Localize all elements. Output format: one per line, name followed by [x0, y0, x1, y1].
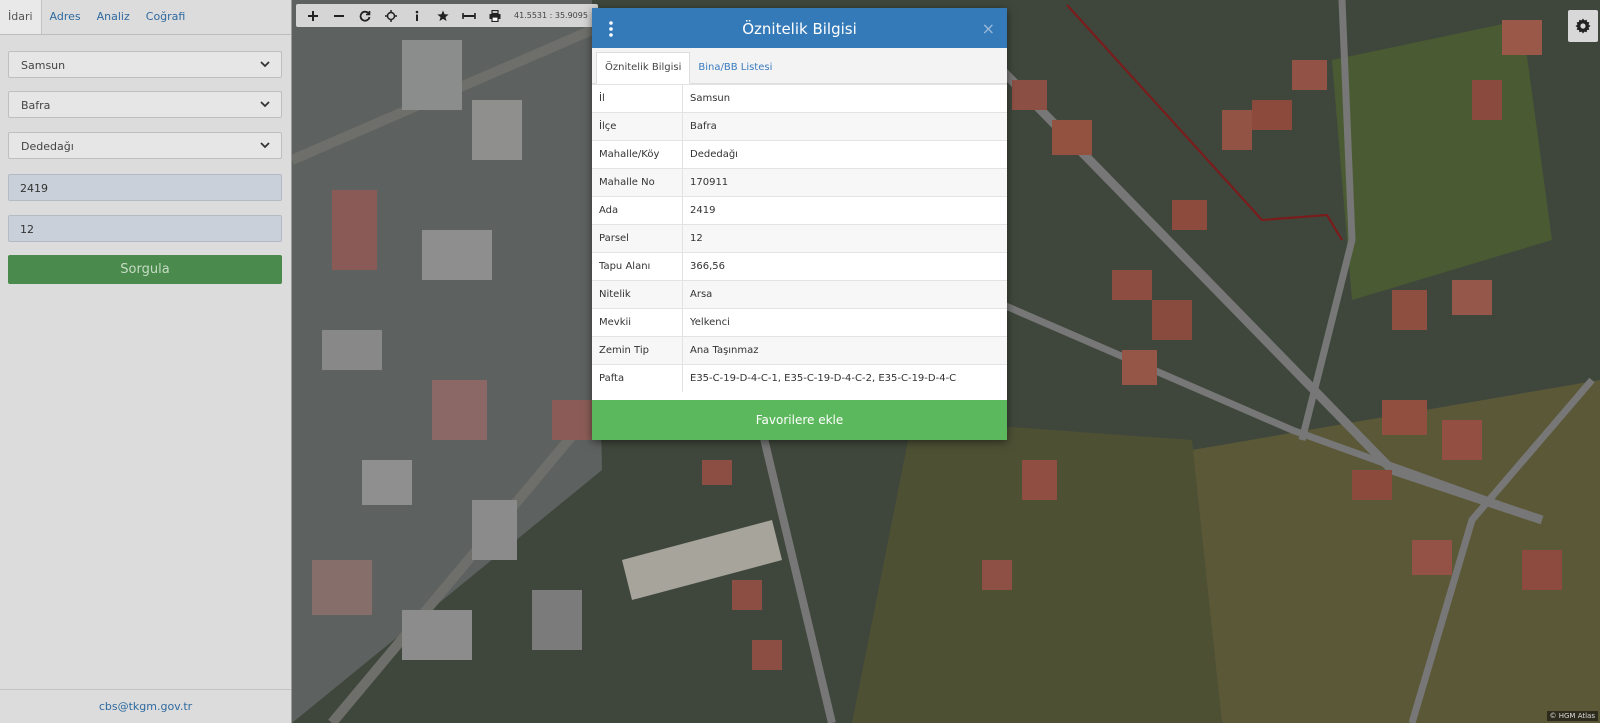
sorgula-button[interactable]: Sorgula: [8, 255, 282, 284]
attribute-info-dialog: Öznitelik Bilgisi × Öznitelik Bilgisi Bi…: [592, 8, 1007, 440]
attr-value: Yelkenci: [682, 308, 1007, 337]
attr-value: Bafra: [682, 112, 1007, 141]
attr-value: Samsun: [682, 84, 1007, 113]
footer-email-link[interactable]: cbs@tkgm.gov.tr: [0, 689, 291, 723]
star-icon: [437, 10, 449, 21]
table-row: Nitelik Arsa: [592, 280, 1007, 309]
mahalle-select-value: Dededağı: [21, 140, 74, 153]
print-icon: [489, 9, 501, 22]
locate-button[interactable]: [378, 4, 404, 27]
table-row: Tapu Alanı 366,56: [592, 252, 1007, 281]
refresh-button[interactable]: [352, 4, 378, 27]
mahalle-select[interactable]: Dededağı: [8, 132, 282, 159]
chevron-down-icon: [260, 142, 270, 149]
attr-key: Pafta: [592, 364, 683, 392]
attribute-table: İl Samsun İlçe Bafra Mahalle/Köy Dededağı M…: [592, 84, 1007, 392]
il-select-value: Samsun: [21, 59, 66, 72]
attr-key: Parsel: [592, 224, 683, 253]
table-row: Mahalle/Köy Dededağı: [592, 140, 1007, 169]
tab-cografi[interactable]: Coğrafi: [138, 0, 194, 34]
zoom-in-button[interactable]: [300, 4, 326, 27]
attr-value: 12: [682, 224, 1007, 253]
attr-key: Mahalle/Köy: [592, 140, 683, 169]
attr-value: Ana Taşınmaz: [682, 336, 1007, 365]
sidebar-tabs: İdari Adres Analiz Coğrafi: [0, 0, 291, 35]
table-row: Parsel 12: [592, 224, 1007, 253]
dialog-title: Öznitelik Bilgisi: [742, 20, 857, 38]
attr-key: Nitelik: [592, 280, 683, 309]
attr-key: Mahalle No: [592, 168, 683, 197]
measure-button[interactable]: [456, 4, 482, 27]
gear-icon: [1575, 18, 1591, 34]
add-to-favorites-button[interactable]: Favorilere ekle: [592, 400, 1007, 440]
table-row: Mahalle No 170911: [592, 168, 1007, 197]
chevron-down-icon: [260, 61, 270, 68]
tab-oznitelik-bilgisi[interactable]: Öznitelik Bilgisi: [596, 52, 691, 84]
attr-value: 2419: [682, 196, 1007, 225]
attr-value: 170911: [682, 168, 1007, 197]
favorites-button[interactable]: [430, 4, 456, 27]
info-button[interactable]: [404, 4, 430, 27]
chevron-down-icon: [260, 101, 270, 108]
attr-value: E35-C-19-D-4-C-1, E35-C-19-D-4-C-2, E35-…: [682, 364, 1007, 392]
zoom-out-icon: [334, 14, 344, 17]
print-button[interactable]: [482, 4, 508, 27]
tab-adres[interactable]: Adres: [42, 0, 89, 34]
attr-value: 366,56: [682, 252, 1007, 281]
attr-value: Dededağı: [682, 140, 1007, 169]
attr-key: İlçe: [592, 112, 683, 141]
attr-key: Mevkii: [592, 308, 683, 337]
table-row: Ada 2419: [592, 196, 1007, 225]
coordinates-readout: 41.5531 : 35.9095: [514, 11, 588, 20]
parsel-input[interactable]: 12: [8, 215, 282, 242]
table-row: İl Samsun: [592, 84, 1007, 113]
il-select[interactable]: Samsun: [8, 51, 282, 78]
table-row: Mevkii Yelkenci: [592, 308, 1007, 337]
info-icon: [415, 10, 419, 21]
zoom-in-icon: [308, 10, 318, 21]
map-attribution: © HGM Atlas: [1546, 711, 1598, 721]
zoom-out-button[interactable]: [326, 4, 352, 27]
ilce-select-value: Bafra: [21, 99, 51, 112]
tab-bina-bb-listesi[interactable]: Bina/BB Listesi: [690, 53, 780, 83]
locate-icon: [385, 9, 397, 22]
table-row: Zemin Tip Ana Taşınmaz: [592, 336, 1007, 365]
ilce-select[interactable]: Bafra: [8, 91, 282, 118]
attr-key: İl: [592, 84, 683, 113]
close-icon[interactable]: ×: [982, 8, 995, 50]
table-row: İlçe Bafra: [592, 112, 1007, 141]
attr-key: Zemin Tip: [592, 336, 683, 365]
attr-key: Tapu Alanı: [592, 252, 683, 281]
dialog-header: Öznitelik Bilgisi ×: [592, 8, 1007, 48]
kebab-menu-icon[interactable]: [608, 21, 614, 37]
attr-key: Ada: [592, 196, 683, 225]
tab-analiz[interactable]: Analiz: [89, 0, 138, 34]
ada-input[interactable]: 2419: [8, 174, 282, 201]
search-sidebar: İdari Adres Analiz Coğrafi Samsun Bafra …: [0, 0, 292, 723]
measure-icon: [462, 12, 476, 19]
settings-button[interactable]: [1568, 10, 1598, 42]
table-row: Pafta E35-C-19-D-4-C-1, E35-C-19-D-4-C-2,…: [592, 364, 1007, 392]
attr-value: Arsa: [682, 280, 1007, 309]
tab-idari[interactable]: İdari: [0, 0, 42, 34]
map-toolbar: 41.5531 : 35.9095: [296, 4, 598, 27]
dialog-tabs: Öznitelik Bilgisi Bina/BB Listesi: [592, 48, 1007, 84]
refresh-icon: [359, 10, 371, 22]
